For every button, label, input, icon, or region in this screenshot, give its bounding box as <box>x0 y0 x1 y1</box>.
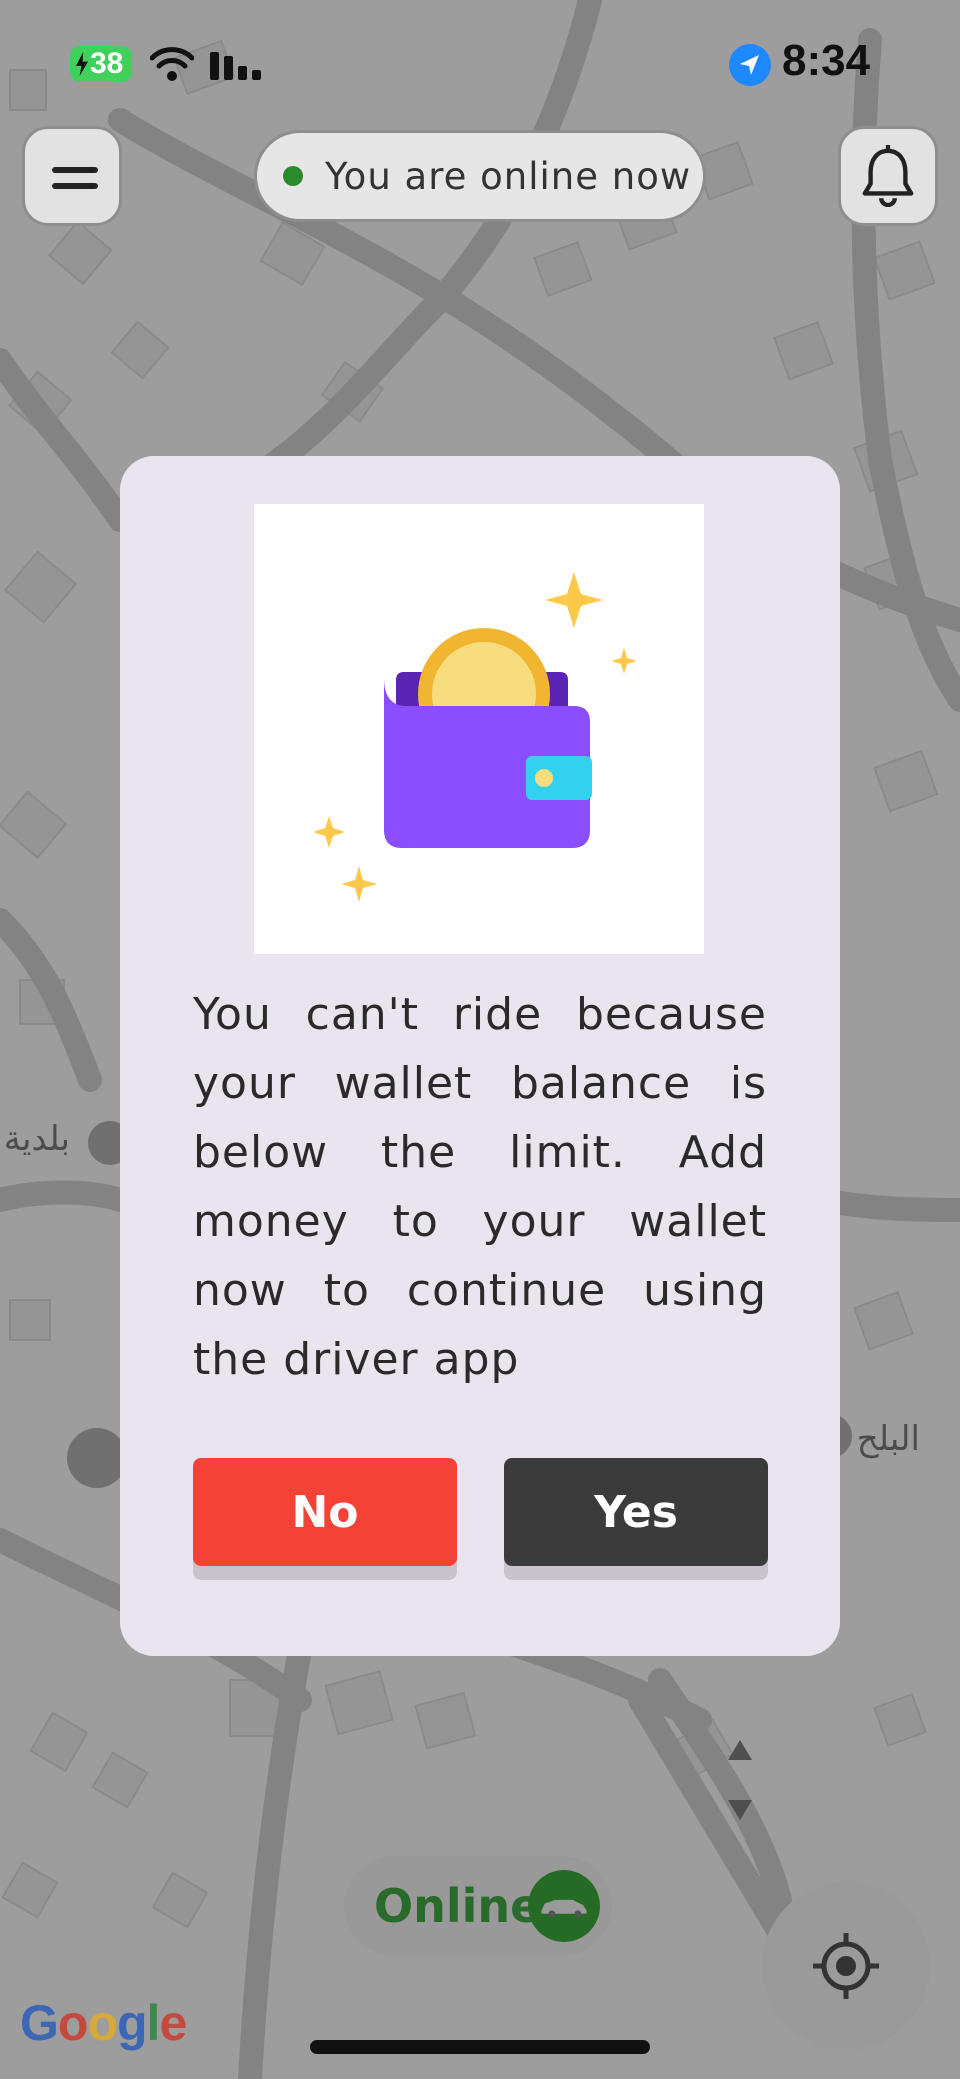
menu-button[interactable] <box>22 126 122 226</box>
online-status-pill: You are online now <box>254 130 706 222</box>
crosshair-icon <box>813 1933 879 1999</box>
car-icon <box>528 1870 600 1942</box>
dialog-message: You can't ride because your wallet balan… <box>193 989 767 1385</box>
status-time: 8:34 <box>782 36 871 85</box>
google-logo: Google <box>20 1995 187 2051</box>
cellular-signal-icon <box>210 48 262 80</box>
online-dot-icon <box>283 166 303 186</box>
yes-button[interactable]: Yes <box>504 1458 768 1566</box>
wifi-icon <box>150 47 194 81</box>
battery-indicator: 38 <box>70 46 132 82</box>
no-button[interactable]: No <box>193 1458 457 1566</box>
charging-icon <box>76 52 88 76</box>
recenter-location-button[interactable] <box>762 1882 930 2050</box>
wallet-coin-icon <box>313 572 637 902</box>
online-status-text: You are online now <box>325 154 692 198</box>
hamburger-icon <box>52 167 98 173</box>
status-bar: 38 8:34 <box>0 0 960 120</box>
low-balance-dialog: You can't ride because your wallet balan… <box>120 456 840 1656</box>
online-toggle-label: Online <box>374 1879 542 1933</box>
battery-level: 38 <box>90 47 124 80</box>
online-toggle[interactable]: Online <box>344 1856 612 1956</box>
notifications-button[interactable] <box>838 126 938 226</box>
bell-icon <box>862 145 914 207</box>
wallet-illustration <box>254 504 704 954</box>
hamburger-icon-line <box>52 183 98 189</box>
location-services-icon <box>729 44 771 86</box>
home-indicator[interactable] <box>310 2040 650 2054</box>
